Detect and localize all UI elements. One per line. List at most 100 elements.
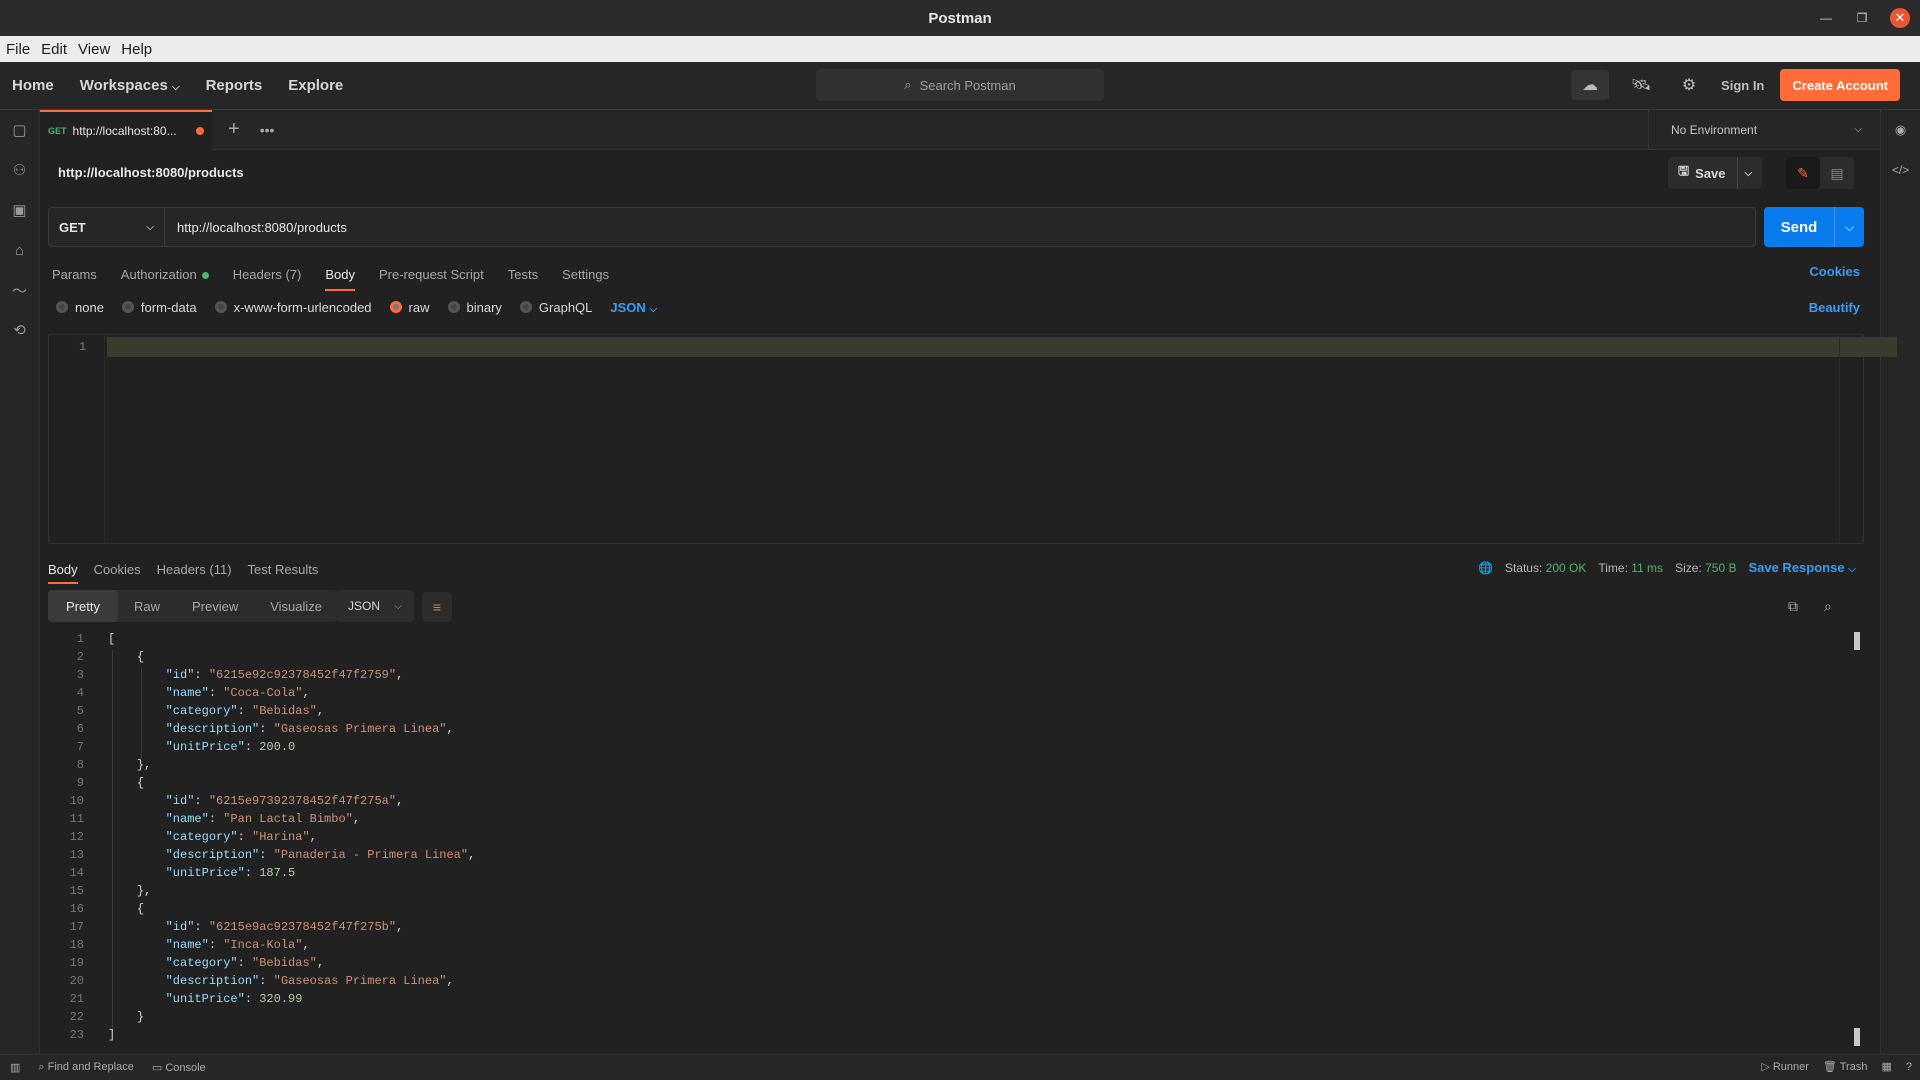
- radio-binary[interactable]: binary: [447, 300, 502, 315]
- save-response-button[interactable]: Save Response ⌵: [1748, 560, 1855, 575]
- radio-circle: [214, 301, 227, 313]
- radio-form-data[interactable]: form-data: [121, 300, 197, 315]
- sign-in-button[interactable]: Sign In: [1721, 78, 1764, 93]
- beautify-link[interactable]: Beautify: [1809, 300, 1860, 315]
- line-number: 17: [69, 920, 84, 934]
- res-tab-cookies[interactable]: Cookies: [94, 562, 141, 577]
- collections-icon[interactable]: ▢: [0, 110, 39, 150]
- tab-headers[interactable]: Headers (7): [233, 267, 302, 282]
- radio-urlencoded[interactable]: x-www-form-urlencoded: [214, 300, 372, 315]
- method-select[interactable]: GET ⌵: [49, 208, 165, 246]
- chevron-down-icon[interactable]: ⌵: [1744, 168, 1752, 179]
- indent-guide: [112, 650, 113, 1028]
- wrap-lines-icon[interactable]: ≡: [422, 592, 452, 622]
- window-title: Postman: [928, 9, 992, 27]
- menu-edit[interactable]: Edit: [41, 41, 74, 58]
- tab-settings[interactable]: Settings: [562, 267, 609, 282]
- environments-icon[interactable]: ▣: [0, 190, 39, 230]
- url-input[interactable]: http://localhost:8080/products: [165, 208, 347, 246]
- edit-icon[interactable]: ✎: [1786, 157, 1820, 189]
- trash-button[interactable]: 🗑 Trash: [1823, 1060, 1868, 1073]
- save-label: Save: [1695, 165, 1726, 181]
- tab-authorization[interactable]: Authorization: [121, 267, 209, 282]
- line-number: 16: [69, 902, 84, 916]
- format-preview[interactable]: Preview: [176, 590, 254, 622]
- chevron-down-icon: ⌵: [1848, 564, 1856, 575]
- nav-workspaces[interactable]: Workspaces ⌵: [80, 77, 180, 94]
- save-response-label: Save Response: [1748, 560, 1845, 575]
- send-button[interactable]: Send ⌵: [1764, 207, 1864, 247]
- radio-none[interactable]: none: [56, 300, 104, 315]
- line-number: 13: [69, 848, 84, 862]
- line-number: 11: [69, 812, 84, 826]
- nav-workspaces-label: Workspaces: [79, 77, 168, 94]
- eye-icon[interactable]: ◉: [1881, 110, 1920, 150]
- minimize-icon[interactable]: —: [1818, 11, 1834, 25]
- sidebar-toggle-icon[interactable]: ▥: [10, 1061, 20, 1074]
- divider: [1737, 157, 1739, 189]
- satellite-icon[interactable]: 🛰: [1625, 70, 1657, 100]
- format-raw[interactable]: Raw: [118, 590, 176, 622]
- editor-gutter: [49, 335, 105, 543]
- scrollbar-thumb[interactable]: [1854, 1028, 1860, 1046]
- request-tab[interactable]: GET http://localhost:80...: [40, 109, 212, 150]
- new-tab-icon[interactable]: +: [228, 118, 240, 141]
- response-language-select[interactable]: JSON ⌵: [336, 590, 414, 622]
- nav-reports[interactable]: Reports: [206, 77, 263, 94]
- docs-icon[interactable]: ▤: [1820, 157, 1854, 189]
- editor-scrollbar[interactable]: [1839, 337, 1851, 543]
- res-tab-headers[interactable]: Headers (11): [157, 562, 232, 577]
- create-account-button[interactable]: Create Account: [1780, 69, 1900, 101]
- body-language-select[interactable]: JSON ⌵: [610, 300, 657, 315]
- cloud-sync-icon[interactable]: ☁: [1571, 70, 1610, 100]
- res-tab-body[interactable]: Body: [48, 562, 78, 584]
- chevron-down-icon[interactable]: ⌵: [1834, 207, 1864, 247]
- nav-explore[interactable]: Explore: [288, 77, 343, 94]
- menu-help[interactable]: Help: [121, 41, 159, 58]
- maximize-icon[interactable]: ❐: [1854, 11, 1870, 25]
- tab-prerequest-script[interactable]: Pre-request Script: [379, 267, 484, 282]
- send-label: Send: [1780, 218, 1818, 236]
- menu-view[interactable]: View: [78, 41, 117, 58]
- code-line: "name": "Inca-Kola",: [165, 938, 310, 952]
- format-pretty[interactable]: Pretty: [48, 590, 118, 622]
- scrollbar-thumb[interactable]: [1854, 632, 1860, 650]
- nav-home[interactable]: Home: [12, 77, 54, 94]
- search-icon[interactable]: ⌕: [1824, 598, 1832, 615]
- cookies-link[interactable]: Cookies: [1809, 264, 1860, 279]
- search-input[interactable]: ⌕ Search Postman: [816, 69, 1104, 101]
- url-bar: GET ⌵ http://localhost:8080/products: [48, 207, 1756, 247]
- status-dot: [201, 271, 209, 279]
- line-number: 8: [76, 758, 84, 772]
- code-icon[interactable]: </>: [1881, 150, 1920, 190]
- layout-icon[interactable]: ▦: [1881, 1060, 1891, 1073]
- help-icon[interactable]: ?: [1906, 1061, 1912, 1073]
- time-label: Time:: [1598, 560, 1628, 575]
- menu-file[interactable]: File: [6, 41, 37, 58]
- res-tab-test-results[interactable]: Test Results: [248, 562, 319, 577]
- console-button[interactable]: ▭ Console: [152, 1061, 206, 1074]
- history-icon[interactable]: ⟲: [0, 310, 39, 350]
- status-label: Status:: [1504, 560, 1543, 575]
- format-visualize[interactable]: Visualize: [254, 590, 338, 622]
- tab-tests[interactable]: Tests: [508, 267, 538, 282]
- tab-params[interactable]: Params: [52, 267, 97, 282]
- find-replace-button[interactable]: ⌕ Find and Replace: [38, 1061, 133, 1074]
- monitors-icon[interactable]: 〜: [0, 270, 39, 310]
- copy-icon[interactable]: ⧉: [1788, 598, 1798, 615]
- line-number: 19: [69, 956, 84, 970]
- apis-icon[interactable]: ⚇: [0, 150, 39, 190]
- close-icon[interactable]: ✕: [1890, 8, 1910, 28]
- radio-graphql[interactable]: GraphQL: [519, 300, 592, 315]
- response-body[interactable]: 1 [2 {3 "id": "6215e92c92378452f47f2759",…: [48, 632, 1864, 1052]
- gear-icon[interactable]: ⚙: [1673, 70, 1705, 100]
- runner-button[interactable]: ▷ Runner: [1761, 1060, 1809, 1073]
- request-body-editor[interactable]: 1: [48, 334, 1897, 544]
- request-title[interactable]: http://localhost:8080/products: [58, 165, 244, 180]
- save-button[interactable]: 🖫 Save ⌵: [1668, 157, 1762, 189]
- tab-body[interactable]: Body: [325, 267, 355, 291]
- mock-servers-icon[interactable]: ⌂: [0, 230, 39, 270]
- more-tabs-icon[interactable]: •••: [260, 122, 275, 138]
- environment-select[interactable]: No Environment ⌵: [1648, 110, 1880, 150]
- radio-raw[interactable]: raw: [389, 300, 430, 315]
